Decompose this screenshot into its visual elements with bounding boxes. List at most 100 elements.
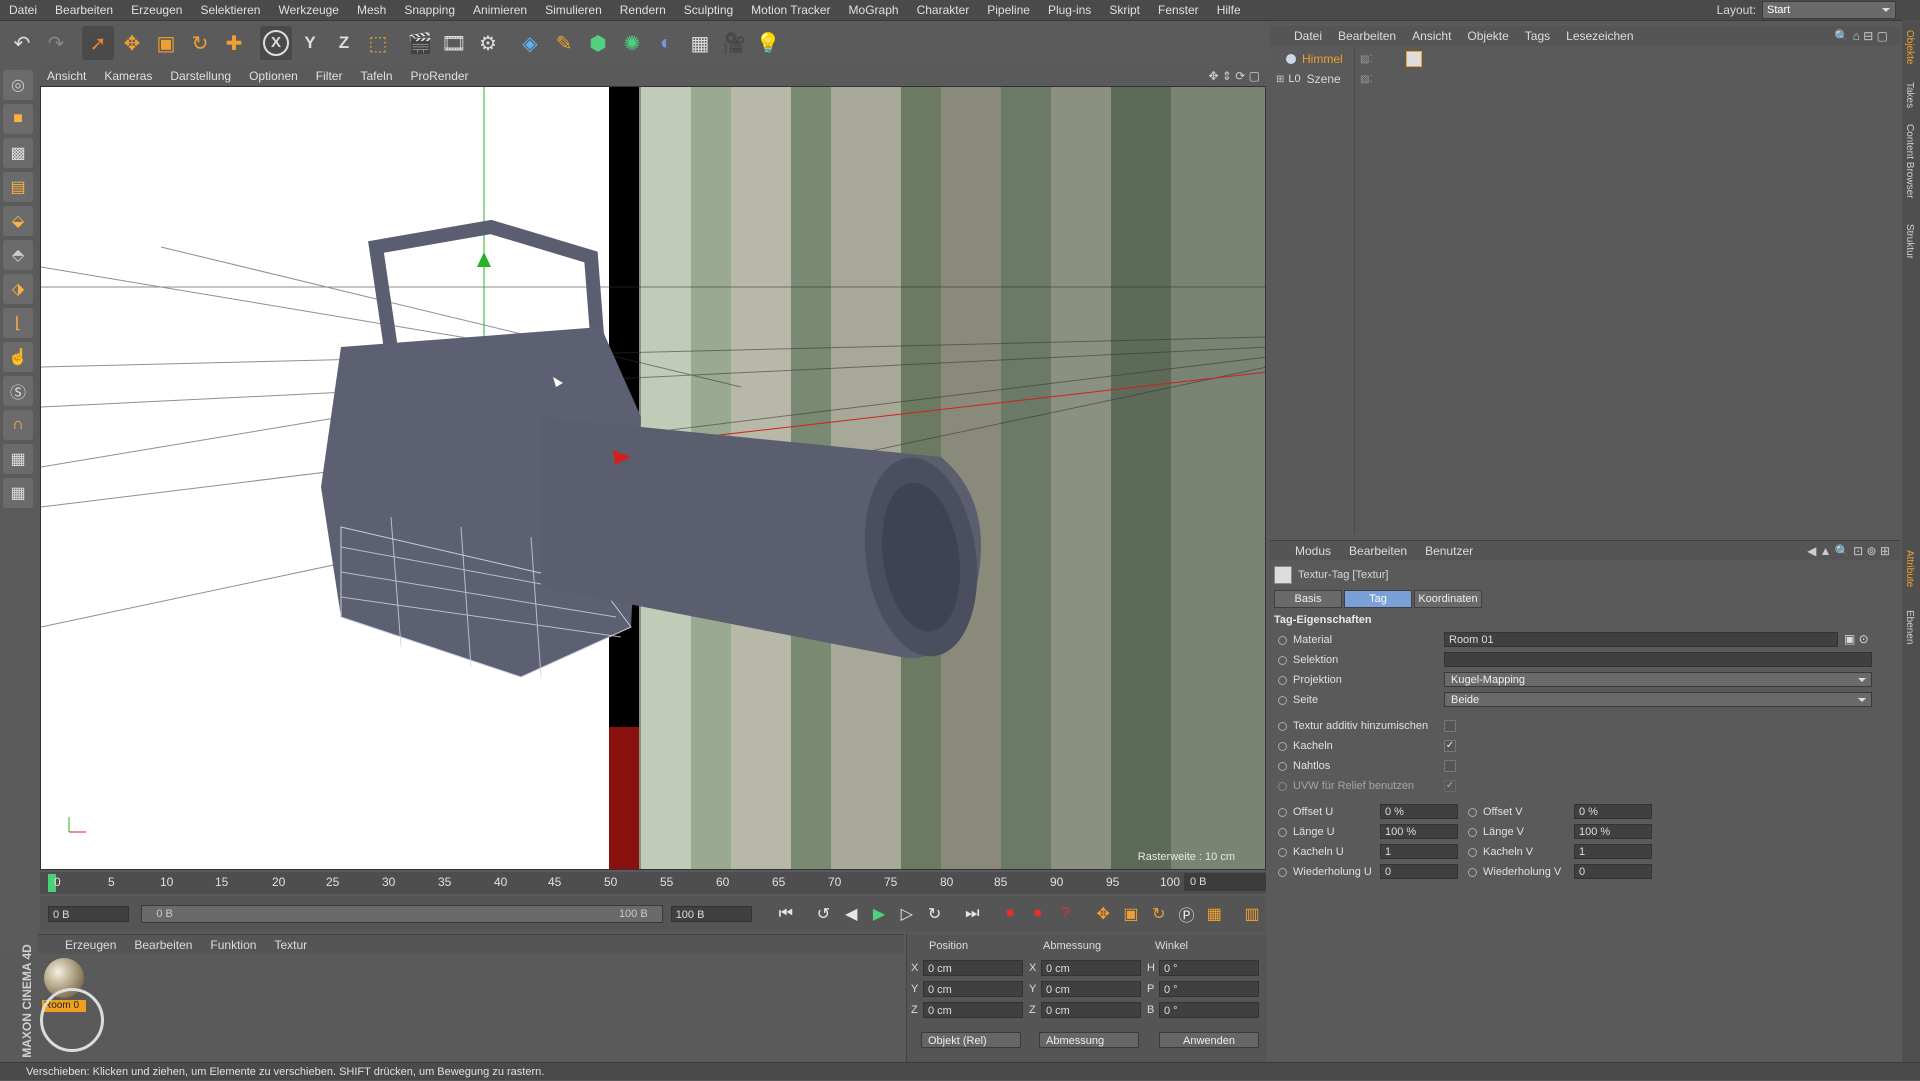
om-menu-ansicht[interactable]: Ansicht — [1404, 29, 1459, 43]
axis-mode-icon[interactable]: ⌊ — [3, 308, 33, 338]
am-menu-bearbeiten[interactable]: Bearbeiten — [1340, 544, 1416, 558]
anim-dot-icon[interactable] — [1468, 867, 1477, 877]
tweak-mode-icon[interactable]: ☝ — [3, 342, 33, 372]
previous-frame-icon[interactable]: ◀ — [839, 902, 863, 926]
mm-menu-erzeugen[interactable]: Erzeugen — [56, 938, 125, 952]
x-axis-icon[interactable]: X — [260, 26, 292, 60]
points-mode-icon[interactable]: ⬙ — [3, 206, 33, 236]
rotation-b-field[interactable]: 0 ° — [1159, 1002, 1259, 1018]
model-mode-icon[interactable]: ■ — [3, 104, 33, 134]
offset-v-field[interactable]: 0 % — [1574, 804, 1652, 819]
material-link-icons[interactable]: ▣ ⊙ — [1844, 632, 1869, 646]
record-icon[interactable]: ⏺ — [998, 902, 1022, 926]
position-x-field[interactable]: 0 cm — [923, 960, 1023, 976]
wiederholung-v-field[interactable]: 0 — [1574, 864, 1652, 879]
om-menu-objekte[interactable]: Objekte — [1459, 29, 1516, 43]
om-search-icon[interactable]: 🔍 ⌂ ⊟ ▢ — [1834, 29, 1888, 43]
size-y-field[interactable]: 0 cm — [1041, 981, 1141, 997]
key-scale-icon[interactable]: ▣ — [1119, 902, 1143, 926]
object-name-himmel[interactable]: Himmel — [1302, 52, 1343, 66]
anim-dot-icon[interactable] — [1278, 655, 1287, 665]
menu-werkzeuge[interactable]: Werkzeuge — [269, 3, 347, 17]
key-param-icon[interactable]: Ⓟ — [1175, 902, 1199, 926]
laenge-v-field[interactable]: 100 % — [1574, 824, 1652, 839]
menu-snapping[interactable]: Snapping — [395, 3, 464, 17]
material-link-field[interactable]: Room 01 — [1444, 632, 1838, 647]
y-axis-handle[interactable] — [477, 252, 491, 267]
rotation-p-field[interactable]: 0 ° — [1159, 981, 1259, 997]
end-frame-field[interactable]: 100 B — [670, 906, 753, 922]
position-z-field[interactable]: 0 cm — [923, 1002, 1023, 1018]
range-slider[interactable]: 0 B 100 B — [141, 905, 663, 923]
seite-dropdown[interactable]: Beide — [1444, 692, 1872, 707]
viewport-menu-filter[interactable]: Filter — [307, 69, 352, 83]
tab-basis[interactable]: Basis — [1274, 590, 1342, 608]
coord-size-dropdown[interactable]: Abmessung — [1039, 1032, 1139, 1048]
menu-sculpting[interactable]: Sculpting — [675, 3, 742, 17]
om-menu-bearbeiten[interactable]: Bearbeiten — [1330, 29, 1404, 43]
scale-icon[interactable]: ▣ — [150, 26, 182, 60]
menu-motion-tracker[interactable]: Motion Tracker — [742, 3, 839, 17]
visibility-icon[interactable]: ▨⁚ — [1360, 74, 1373, 85]
projektion-dropdown[interactable]: Kugel-Mapping — [1444, 672, 1872, 687]
anim-dot-icon[interactable] — [1278, 807, 1287, 817]
wiederholung-u-field[interactable]: 0 — [1380, 864, 1458, 879]
move-icon[interactable]: ✥ — [116, 26, 148, 60]
render-picture-icon[interactable]: 🎞 — [438, 26, 470, 60]
rotation-h-field[interactable]: 0 ° — [1159, 960, 1259, 976]
viewport-menu-kameras[interactable]: Kameras — [95, 69, 161, 83]
previous-key-icon[interactable]: ↺ — [812, 902, 836, 926]
render-view-icon[interactable]: 🎬 — [404, 26, 436, 60]
menu-skript[interactable]: Skript — [1100, 3, 1149, 17]
z-axis-icon[interactable]: Z — [328, 26, 360, 60]
selektion-field[interactable] — [1444, 652, 1872, 667]
menu-charakter[interactable]: Charakter — [908, 3, 979, 17]
key-rotation-icon[interactable]: ↻ — [1147, 902, 1171, 926]
make-editable-icon[interactable]: ◎ — [3, 70, 33, 100]
am-nav-icons[interactable]: ◀ ▲ 🔍 ⊡ ⊚ ⊞ — [1807, 544, 1890, 558]
side-tab-content-browser[interactable]: Content Browser — [1904, 124, 1915, 198]
position-y-field[interactable]: 0 cm — [923, 981, 1023, 997]
anim-dot-icon[interactable] — [1468, 807, 1477, 817]
cube-icon[interactable]: ◈ — [514, 26, 546, 60]
menu-mograph[interactable]: MoGraph — [840, 3, 908, 17]
size-x-field[interactable]: 0 cm — [1041, 960, 1141, 976]
anim-dot-icon[interactable] — [1278, 847, 1287, 857]
size-z-field[interactable]: 0 cm — [1041, 1002, 1141, 1018]
rotate-icon[interactable]: ↻ — [184, 26, 216, 60]
om-menu-datei[interactable]: Datei — [1286, 29, 1330, 43]
menu-mesh[interactable]: Mesh — [348, 3, 395, 17]
layout-select[interactable]: Start — [1762, 1, 1896, 19]
y-axis-icon[interactable]: Y — [294, 26, 326, 60]
grid-lock-icon[interactable]: ▦ — [3, 444, 33, 474]
workplane-lock-icon[interactable]: ▦ — [3, 478, 33, 508]
key-position-icon[interactable]: ✥ — [1091, 902, 1115, 926]
anim-dot-icon[interactable] — [1278, 695, 1287, 705]
menu-bearbeiten[interactable]: Bearbeiten — [46, 3, 122, 17]
snap-icon[interactable]: Ⓢ — [3, 376, 33, 406]
side-tab-attribute[interactable]: Attribute — [1904, 550, 1915, 587]
mm-menu-bearbeiten[interactable]: Bearbeiten — [125, 938, 201, 952]
texture-mode-icon[interactable]: ▩ — [3, 138, 33, 168]
om-menu-tags[interactable]: Tags — [1517, 29, 1558, 43]
add-icon[interactable]: ✚ — [218, 26, 250, 60]
keyframe-selection-icon[interactable]: ? — [1054, 902, 1078, 926]
viewport-menu-prorender[interactable]: ProRender — [402, 69, 478, 83]
visibility-icon[interactable]: ▨⁚ — [1360, 54, 1373, 65]
kacheln-v-field[interactable]: 1 — [1574, 844, 1652, 859]
am-menu-modus[interactable]: Modus — [1286, 544, 1340, 558]
subdivision-icon[interactable]: ⬢ — [582, 26, 614, 60]
select-arrow-icon[interactable]: ➚ — [82, 26, 114, 60]
viewport-nav-icons[interactable]: ✥ ⇕ ⟳ ▢ — [1208, 69, 1260, 83]
am-menu-benutzer[interactable]: Benutzer — [1416, 544, 1482, 558]
side-tab-objekte[interactable]: Objekte — [1904, 30, 1915, 64]
edges-mode-icon[interactable]: ⬘ — [3, 240, 33, 270]
go-to-end-icon[interactable]: ⏭ — [960, 902, 984, 926]
side-tab-takes[interactable]: Takes — [1904, 82, 1915, 108]
offset-u-field[interactable]: 0 % — [1380, 804, 1458, 819]
deformer-icon[interactable]: ◐ — [650, 26, 682, 60]
menu-datei[interactable]: Datei — [0, 3, 46, 17]
tab-tag[interactable]: Tag — [1344, 590, 1412, 608]
object-row-szene[interactable]: ⊞ L0 Szene ▨⁚ — [1276, 70, 1373, 88]
object-name-szene[interactable]: Szene — [1307, 72, 1341, 86]
